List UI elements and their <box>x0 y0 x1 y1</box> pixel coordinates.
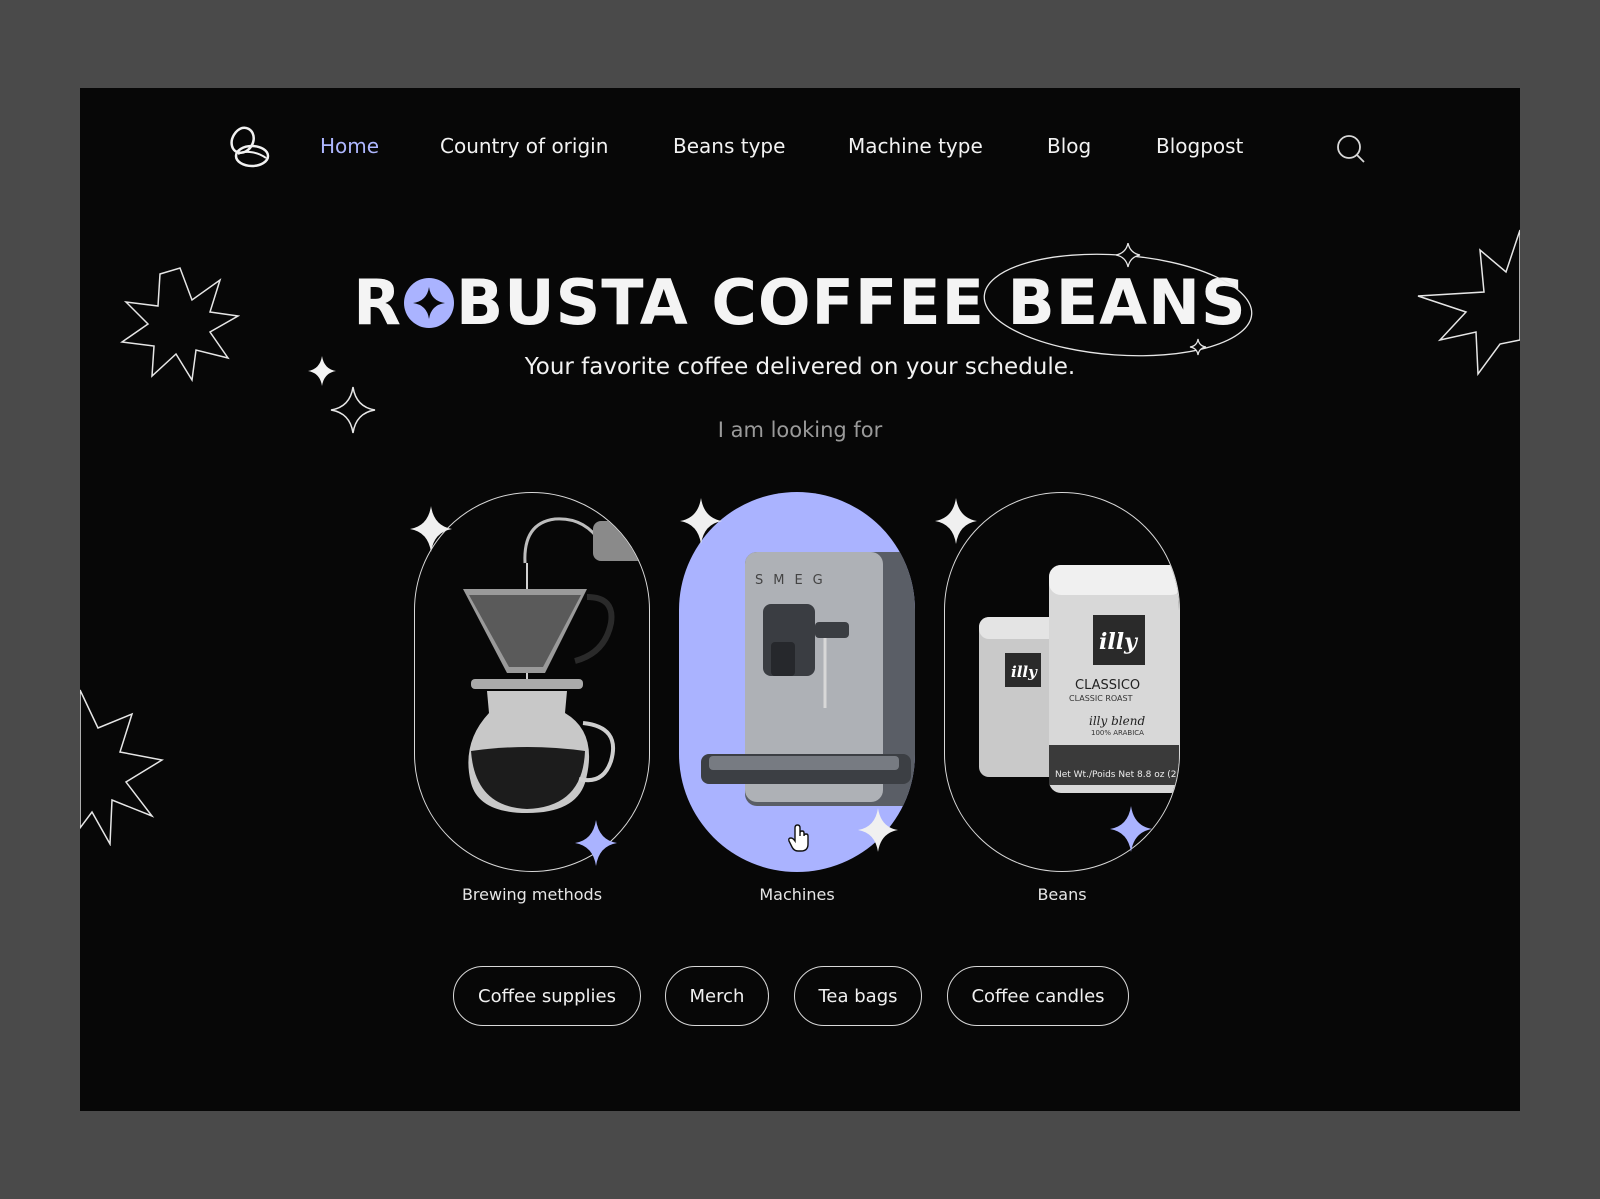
sparkle-white-icon <box>858 808 898 852</box>
page-title: R BUSTA COFFEE BEANS <box>80 266 1520 339</box>
sparkle-accent-icon <box>575 820 617 866</box>
tin-brand: illy <box>1099 629 1139 655</box>
tin-arabica: 100% ARABICA <box>1091 729 1144 737</box>
tin-small-brand: illy <box>1011 663 1038 681</box>
search-icon[interactable] <box>1336 134 1366 164</box>
tin-name: CLASSICO <box>1075 678 1140 693</box>
nav-blogpost[interactable]: Blogpost <box>1156 134 1243 158</box>
nav-home[interactable]: Home <box>320 134 379 158</box>
sparkle-o-icon <box>404 278 455 328</box>
starburst-bottom-left-icon <box>80 689 164 846</box>
page-frame: Home Country of origin Beans type Machin… <box>80 88 1520 1111</box>
sparkle-accent-icon <box>1110 806 1152 852</box>
sparkle-white-icon <box>680 498 722 544</box>
sparkle-white-icon <box>410 506 452 552</box>
nav-country-of-origin[interactable]: Country of origin <box>440 134 608 158</box>
pill-tea-bags[interactable]: Tea bags <box>794 966 922 1026</box>
pill-coffee-candles[interactable]: Coffee candles <box>947 966 1129 1026</box>
hero-subtitle: Your favorite coffee delivered on your s… <box>524 354 1076 380</box>
tin-weight: Net Wt./Poids Net 8.8 oz (250 <box>1055 770 1180 780</box>
title-oval-outline <box>983 243 1253 357</box>
sparkle-white-icon <box>935 498 977 544</box>
top-nav: Home Country of origin Beans type Machin… <box>80 88 1520 208</box>
category-label-beans: Beans <box>1037 885 1087 904</box>
nav-blog[interactable]: Blog <box>1047 134 1091 158</box>
category-label-machines: Machines <box>759 885 835 904</box>
hand-pointer-icon <box>788 824 809 852</box>
tin-blend: illy blend <box>1089 714 1145 728</box>
nav-machine-type[interactable]: Machine type <box>848 134 983 158</box>
coffee-bean-logo-icon[interactable] <box>228 124 272 170</box>
nav-beans-type[interactable]: Beans type <box>673 134 785 158</box>
svg-text:SMEG: SMEG <box>755 573 833 588</box>
tin-sub: CLASSIC ROAST <box>1069 694 1133 703</box>
looking-for-label: I am looking for <box>717 418 883 442</box>
pill-merch[interactable]: Merch <box>665 966 769 1026</box>
pill-coffee-supplies[interactable]: Coffee supplies <box>453 966 641 1026</box>
category-label-brewing: Brewing methods <box>461 885 603 904</box>
title-letter-r: R <box>353 266 403 339</box>
